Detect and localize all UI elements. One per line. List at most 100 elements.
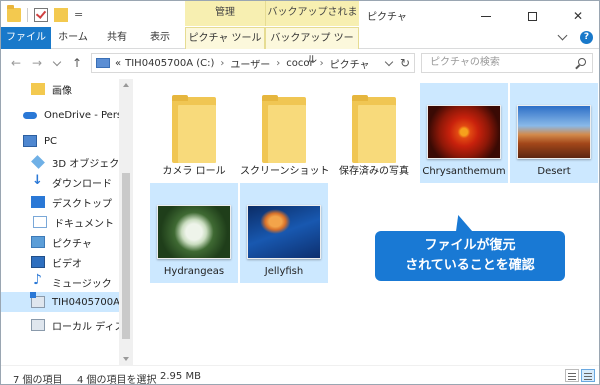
- back-arrow-icon[interactable]: ←: [11, 57, 21, 69]
- annotation-callout: ファイルが復元 されていることを確認: [375, 231, 565, 281]
- breadcrumb-overflow[interactable]: «: [115, 58, 121, 69]
- nav-item-pictures[interactable]: ピクチャ: [1, 232, 119, 252]
- breadcrumb-pictures[interactable]: ピクチャ: [330, 56, 370, 71]
- pc-icon: [23, 135, 37, 147]
- desktop-icon: [31, 196, 45, 208]
- tab-home[interactable]: ホーム: [53, 27, 93, 49]
- window-title: ピクチャ: [367, 12, 407, 23]
- nav-item-drive-d[interactable]: ローカル ディスク (D: [1, 315, 119, 335]
- explorer-window: = 管理 バックアップされません ピクチャ ✕ ファイル ホーム 共有 表示 ピ…: [0, 0, 600, 385]
- tab-backup-tools[interactable]: バックアップ ツール: [265, 27, 359, 66]
- drive-icon: [30, 292, 45, 308]
- nav-item-label: ビデオ: [52, 258, 82, 270]
- toolbar-separator: [27, 8, 28, 22]
- pictures-icon: [31, 236, 45, 248]
- nav-item-documents[interactable]: ドキュメント: [1, 212, 119, 232]
- nav-pane-scrollbar[interactable]: [119, 79, 133, 365]
- folder-item-camera-roll[interactable]: カメラ ロール: [150, 83, 238, 183]
- nav-item-drive-c[interactable]: TIH0405700A (C:: [1, 292, 119, 312]
- folder-item-saved-pictures[interactable]: 保存済みの写真: [330, 83, 418, 183]
- nav-item-label: TIH0405700A (C:: [52, 296, 119, 308]
- status-bar: 7 個の項目 4 個の項目を選択 2.95 MB: [1, 365, 599, 385]
- search-placeholder: ピクチャの検索: [430, 57, 500, 68]
- new-folder-icon[interactable]: [54, 8, 68, 22]
- tab-view[interactable]: 表示: [141, 27, 179, 49]
- recent-locations-icon[interactable]: [52, 57, 62, 67]
- nav-item-label: OneDrive - Person: [44, 109, 119, 121]
- address-bar[interactable]: « TIH0405700A (C:) › ユーザー › cocor › ピクチャ…: [91, 53, 415, 73]
- nav-item-downloads[interactable]: ダウンロード: [1, 172, 119, 192]
- file-item-hydrangeas[interactable]: Hydrangeas: [150, 183, 238, 283]
- tab-picture-tools[interactable]: ピクチャ ツール: [185, 27, 265, 49]
- item-label: Hydrangeas: [163, 266, 225, 277]
- breadcrumb-separator-icon: ›: [276, 57, 281, 69]
- document-icon: [33, 216, 47, 228]
- up-arrow-icon[interactable]: ↑: [72, 57, 82, 69]
- item-label: Desert: [537, 166, 571, 177]
- folder-item-screenshots[interactable]: スクリーンショット: [240, 83, 330, 183]
- chrysanthemum-thumbnail: [427, 105, 501, 159]
- scroll-up-icon[interactable]: [123, 83, 129, 87]
- hydrangeas-thumbnail: [157, 205, 231, 259]
- scroll-down-icon[interactable]: [123, 357, 129, 361]
- callout-line-2: されていることを確認: [405, 258, 535, 273]
- refresh-icon[interactable]: ↻: [400, 56, 410, 70]
- forward-arrow-icon[interactable]: →: [32, 57, 42, 69]
- contextual-group-backup: バックアップされません: [265, 1, 359, 42]
- folder-icon: [262, 95, 306, 163]
- file-item-chrysanthemum[interactable]: Chrysanthemum: [420, 83, 508, 183]
- nav-item-3d-objects[interactable]: 3D オブジェクト: [1, 152, 119, 172]
- nav-item-label: 3D オブジェクト: [52, 158, 119, 170]
- nav-item-videos[interactable]: ビデオ: [1, 252, 119, 272]
- drive-icon: [31, 319, 45, 331]
- scrollbar-thumb[interactable]: [122, 173, 130, 339]
- nav-item-label: 画像: [52, 85, 72, 97]
- breadcrumb-user[interactable]: cocor: [286, 58, 313, 69]
- ribbon-tabs: ファイル ホーム 共有 表示 ピクチャ ツール バックアップ ツール ?: [1, 27, 599, 66]
- desert-thumbnail: [517, 105, 591, 159]
- nav-item-desktop[interactable]: デスクトップ: [1, 192, 119, 212]
- nav-item-images[interactable]: 画像: [1, 79, 119, 99]
- nav-item-music[interactable]: ミュージック: [1, 272, 119, 292]
- file-item-jellyfish[interactable]: Jellyfish: [240, 183, 328, 283]
- folder-icon: [31, 83, 45, 95]
- folder-icon: [352, 95, 396, 163]
- contextual-group-manage: 管理: [185, 1, 265, 26]
- nav-item-label: ピクチャ: [52, 238, 92, 250]
- navigation-bar: ← → ↑ « TIH0405700A (C:) › ユーザー › cocor …: [1, 49, 599, 77]
- item-label: Jellyfish: [264, 266, 304, 277]
- 3d-objects-icon: [31, 155, 45, 169]
- help-icon[interactable]: ?: [580, 31, 593, 44]
- folder-icon: [172, 95, 216, 163]
- tab-share[interactable]: 共有: [99, 27, 135, 49]
- selection-count: 4 個の項目を選択: [77, 375, 157, 385]
- item-label: Chrysanthemum: [422, 166, 506, 177]
- breadcrumb-separator-icon: ›: [319, 57, 324, 69]
- item-label: カメラ ロール: [162, 166, 226, 177]
- nav-item-label: ドキュメント: [54, 218, 114, 230]
- properties-icon[interactable]: [34, 8, 48, 22]
- callout-line-1: ファイルが復元: [424, 238, 516, 253]
- pc-icon: [96, 58, 110, 68]
- file-item-desert[interactable]: Desert: [510, 83, 598, 183]
- search-input[interactable]: ピクチャの検索: [421, 53, 593, 73]
- item-label: 保存済みの写真: [339, 166, 409, 177]
- address-dropdown-icon[interactable]: [384, 57, 394, 67]
- nav-item-pc[interactable]: PC: [1, 131, 119, 151]
- breadcrumb-drive[interactable]: TIH0405700A (C:): [125, 58, 214, 69]
- nav-item-onedrive[interactable]: OneDrive - Person: [1, 105, 119, 125]
- close-icon: ✕: [572, 9, 584, 23]
- nav-item-label: デスクトップ: [52, 198, 112, 210]
- breadcrumb-users[interactable]: ユーザー: [230, 56, 270, 71]
- nav-item-label: ダウンロード: [52, 178, 112, 190]
- tab-file[interactable]: ファイル: [1, 27, 51, 49]
- details-view-icon[interactable]: [565, 369, 579, 382]
- quick-access-toolbar: =: [7, 5, 83, 22]
- view-switcher: [565, 369, 595, 382]
- customize-toolbar-icon[interactable]: =: [74, 9, 83, 21]
- ribbon-controls: ?: [557, 30, 593, 44]
- expand-ribbon-icon[interactable]: [557, 30, 568, 41]
- large-icons-view-icon[interactable]: [581, 369, 595, 382]
- search-icon: [578, 58, 586, 66]
- item-count: 7 個の項目: [13, 375, 63, 385]
